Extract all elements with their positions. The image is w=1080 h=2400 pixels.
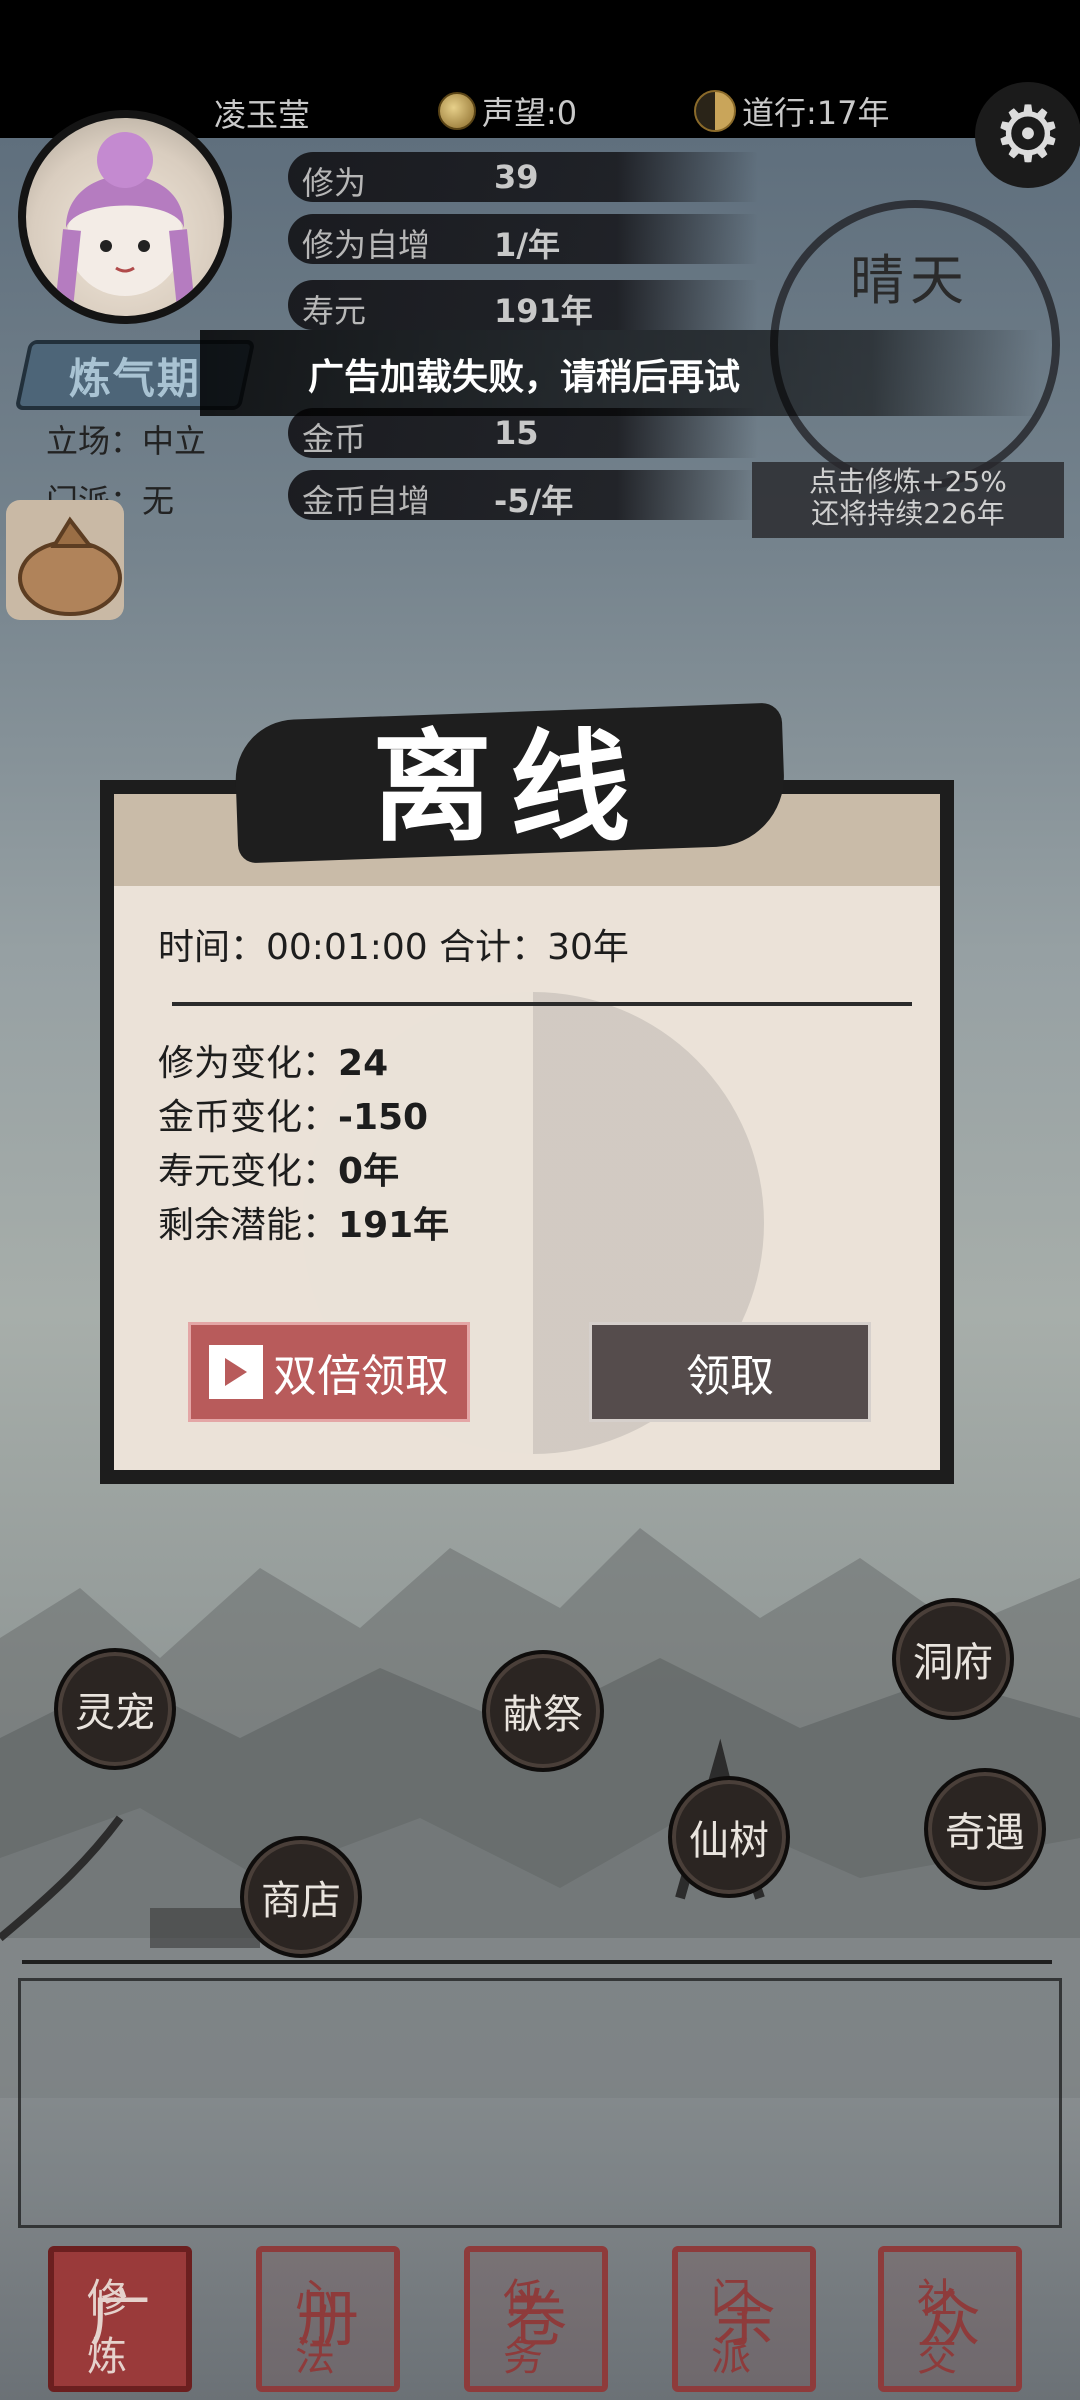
stat-cultivation-rate: 修为自增 1/年 xyxy=(288,214,758,264)
character-portrait xyxy=(55,132,195,309)
inventory-bag-icon[interactable] xyxy=(6,500,124,620)
double-claim-button[interactable]: 双倍领取 xyxy=(188,1322,470,1422)
cave-button[interactable]: 洞府 xyxy=(892,1598,1014,1720)
event-log-panel[interactable] xyxy=(18,1978,1062,2228)
dialog-divider xyxy=(172,1002,912,1006)
dao-text: 道行:17年 xyxy=(742,94,890,132)
sacrifice-button[interactable]: 献祭 xyxy=(482,1650,604,1772)
nav-tab-social[interactable]: 众 社交 xyxy=(878,2246,1022,2392)
boost-line-2: 还将持续226年 xyxy=(811,497,1005,530)
offline-time-line: 时间：00:01:00 合计：30年 xyxy=(158,927,629,968)
reputation-display: 声望:0 xyxy=(438,88,577,134)
reputation-text: 声望:0 xyxy=(482,94,578,132)
dao-display: 道行:17年 xyxy=(694,88,890,134)
taiji-icon xyxy=(694,90,736,132)
shop-button[interactable]: 商店 xyxy=(240,1836,362,1958)
offline-row: 修为变化：24 xyxy=(158,1043,389,1084)
fairy-tree-button[interactable]: 仙树 xyxy=(668,1776,790,1898)
reputation-coin-icon xyxy=(438,92,476,130)
play-video-icon xyxy=(209,1345,263,1399)
offline-row: 金币变化：-150 xyxy=(158,1097,429,1138)
stat-gold-rate: 金币自增 -5/年 xyxy=(288,470,758,520)
offline-row: 寿元变化：0年 xyxy=(158,1151,400,1192)
offline-row: 剩余潜能：191年 xyxy=(158,1205,450,1246)
stat-cultivation: 修为 39 xyxy=(288,152,758,202)
nav-tab-cultivate[interactable]: 广 修炼 xyxy=(48,2246,192,2392)
ground-line xyxy=(22,1960,1052,1964)
stat-lifespan: 寿元 191年 xyxy=(288,280,758,330)
nav-tab-tasks[interactable]: 卷 任务 xyxy=(464,2246,608,2392)
player-name: 凌玉莹 xyxy=(214,96,311,134)
toast-text: 广告加载失败，请稍后再试 xyxy=(308,357,741,398)
settings-gear-icon[interactable]: ⚙ xyxy=(975,82,1080,188)
claim-button[interactable]: 领取 xyxy=(589,1322,871,1422)
training-boost-panel: 点击修炼+25% 还将持续226年 xyxy=(752,462,1064,538)
avatar[interactable] xyxy=(18,110,232,324)
adventure-button[interactable]: 奇遇 xyxy=(924,1768,1046,1890)
nav-tab-methods[interactable]: 册 心法 xyxy=(256,2246,400,2392)
pet-button[interactable]: 灵宠 xyxy=(54,1648,176,1770)
stance-text: 立场：中立 xyxy=(46,422,207,460)
toast-message: 广告加载失败，请稍后再试 xyxy=(200,330,1040,416)
nav-tab-sect[interactable]: 余 门派 xyxy=(672,2246,816,2392)
boost-line-1: 点击修炼+25% xyxy=(809,465,1007,498)
dialog-title: 离线 xyxy=(372,717,648,858)
weather-label: 晴天 xyxy=(850,249,970,312)
